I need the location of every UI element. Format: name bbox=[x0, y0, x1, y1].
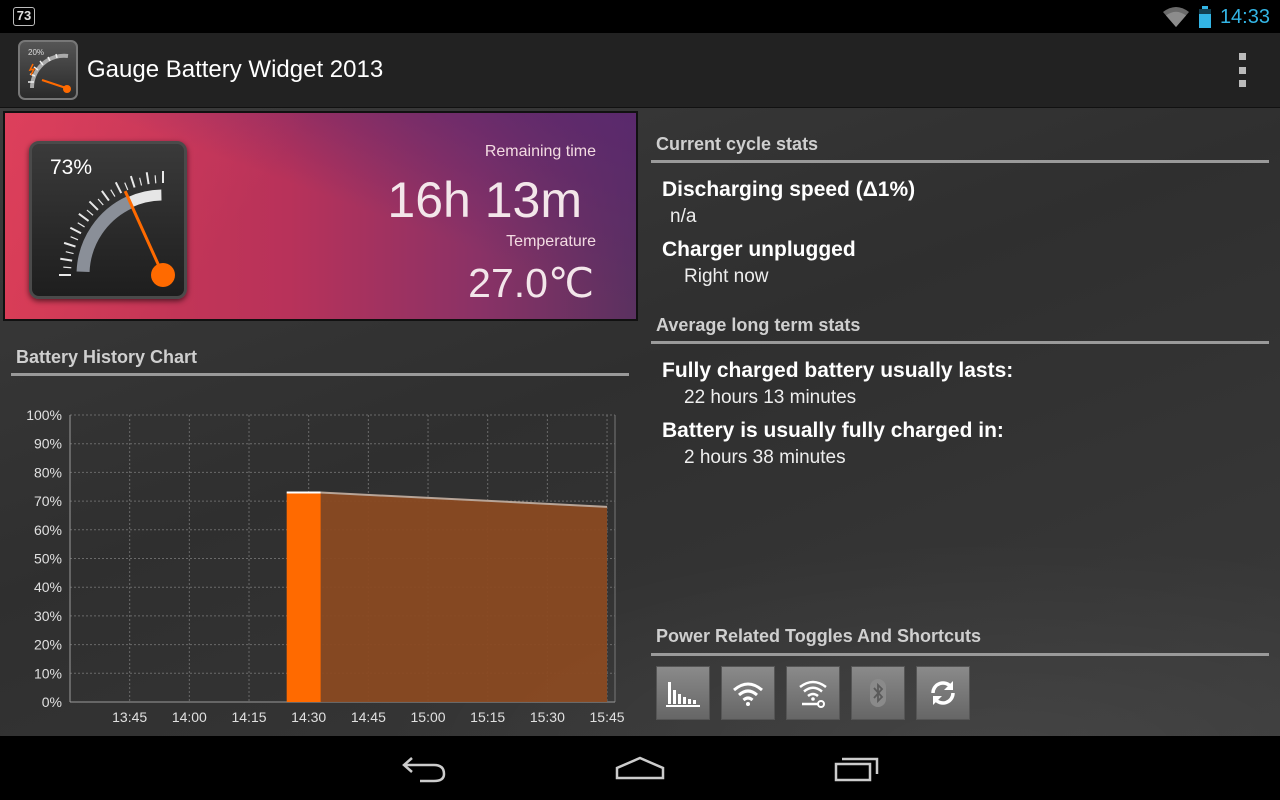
gauge-tick bbox=[77, 222, 85, 228]
x-tick-label: 14:15 bbox=[231, 709, 266, 725]
remaining-time-value: 16h 13m bbox=[387, 172, 582, 228]
y-tick-label: 20% bbox=[34, 637, 62, 653]
x-tick-label: 14:30 bbox=[291, 709, 326, 725]
toggles-row bbox=[656, 666, 970, 720]
x-tick-label: 15:00 bbox=[411, 709, 446, 725]
long-term-stats-divider bbox=[651, 341, 1269, 344]
y-tick-label: 80% bbox=[34, 464, 62, 480]
x-tick-label: 13:45 bbox=[112, 709, 147, 725]
y-tick-label: 100% bbox=[26, 407, 62, 423]
gauge-pivot bbox=[151, 263, 175, 287]
charge-time-label: Battery is usually fully charged in: bbox=[662, 419, 1004, 442]
bluetooth-toggle-button[interactable] bbox=[851, 666, 905, 720]
history-chart-title: Battery History Chart bbox=[16, 347, 198, 367]
gauge-tick bbox=[154, 175, 157, 184]
app-title: Gauge Battery Widget 2013 bbox=[87, 56, 384, 83]
overflow-menu-icon[interactable] bbox=[1238, 53, 1246, 87]
status-bar: 73 14:33 bbox=[0, 0, 1280, 33]
current-stats-title: Current cycle stats bbox=[656, 134, 819, 154]
battery-usage-button[interactable] bbox=[656, 666, 710, 720]
long-term-stats-title: Average long term stats bbox=[656, 315, 861, 335]
projection-area bbox=[320, 492, 608, 702]
notification-badge[interactable]: 73 bbox=[13, 7, 35, 26]
gauge-tick bbox=[86, 209, 94, 216]
main-content: 73% Remaining time 16h 13m Temperature 2… bbox=[0, 108, 1280, 736]
discharging-speed-label: Discharging speed (Δ1%) bbox=[662, 178, 916, 201]
remaining-time-label: Remaining time bbox=[484, 143, 596, 160]
y-tick-label: 30% bbox=[34, 608, 62, 624]
gauge-tick bbox=[124, 182, 129, 191]
toggles-divider bbox=[651, 653, 1269, 656]
gauge-panel: 73% Remaining time 16h 13m Temperature 2… bbox=[3, 111, 638, 321]
battery-level-bar bbox=[286, 492, 321, 702]
gauge-tick bbox=[114, 181, 123, 194]
x-tick-label: 14:00 bbox=[172, 709, 207, 725]
app-gauge-icon[interactable]: 20% bbox=[18, 40, 78, 100]
back-button-icon[interactable] bbox=[400, 750, 448, 784]
gauge-tick bbox=[69, 226, 82, 235]
bluetooth-icon bbox=[870, 679, 886, 707]
gauge-tick bbox=[63, 241, 76, 248]
toggles-title: Power Related Toggles And Shortcuts bbox=[656, 626, 982, 646]
y-tick-label: 10% bbox=[34, 665, 62, 681]
y-tick-label: 70% bbox=[34, 493, 62, 509]
x-tick-label: 15:30 bbox=[530, 709, 565, 725]
y-tick-label: 50% bbox=[34, 551, 62, 567]
battery-gauge: 73% bbox=[29, 141, 187, 299]
navigation-bar bbox=[0, 736, 1280, 800]
y-tick-label: 90% bbox=[34, 436, 62, 452]
gauge-tick bbox=[129, 175, 136, 188]
gauge-tick bbox=[110, 189, 116, 197]
y-tick-label: 40% bbox=[34, 579, 62, 595]
recents-button-icon[interactable] bbox=[832, 750, 882, 784]
right-pane: Current cycle stats Discharging speed (Δ… bbox=[640, 108, 1280, 736]
x-tick-label: 14:45 bbox=[351, 709, 386, 725]
temperature-label: Temperature bbox=[506, 233, 596, 250]
battery-icon bbox=[1198, 6, 1211, 28]
wifi-settings-button[interactable] bbox=[786, 666, 840, 720]
battery-lasts-value: 22 hours 13 minutes bbox=[684, 387, 857, 408]
action-bar: 20% Gauge Battery Widget 2013 bbox=[0, 33, 1280, 108]
y-tick-label: 0% bbox=[42, 694, 62, 710]
clock: 14:33 bbox=[1219, 5, 1270, 28]
gauge-tick bbox=[101, 190, 110, 202]
gauge-tick bbox=[60, 257, 73, 262]
gauge-tick bbox=[70, 236, 79, 241]
gauge-tick bbox=[88, 200, 99, 211]
gauge-needle bbox=[123, 190, 165, 276]
sync-toggle-button[interactable] bbox=[916, 666, 970, 720]
temperature-value: 27.0℃ bbox=[468, 260, 594, 306]
gauge-tick bbox=[145, 172, 150, 185]
charger-unplugged-label: Charger unplugged bbox=[662, 238, 856, 261]
status-icons: 14:33 bbox=[1162, 4, 1270, 30]
x-tick-label: 15:15 bbox=[470, 709, 505, 725]
gauge-tick bbox=[97, 198, 104, 206]
left-pane: 73% Remaining time 16h 13m Temperature 2… bbox=[0, 108, 640, 736]
battery-percent: 73% bbox=[50, 156, 93, 179]
wifi-signal-icon bbox=[1162, 7, 1189, 27]
current-stats-divider bbox=[651, 160, 1269, 163]
battery-history-chart: 0% 10% 20% 30% 40% 50% 60% 70% 80% 90% 100% 13:45 14… bbox=[26, 407, 625, 725]
sync-icon bbox=[931, 681, 955, 705]
home-button-icon[interactable] bbox=[614, 750, 666, 784]
discharging-speed-value: n/a bbox=[670, 206, 697, 227]
gauge-tick bbox=[139, 177, 143, 186]
history-divider bbox=[11, 373, 629, 376]
gauge-tick bbox=[78, 213, 90, 222]
wifi-settings-icon bbox=[799, 680, 827, 708]
wifi-toggle-button[interactable] bbox=[721, 666, 775, 720]
charger-unplugged-value: Right now bbox=[684, 266, 769, 287]
usage-chart-icon bbox=[666, 682, 700, 707]
gauge-tick bbox=[65, 251, 74, 255]
app-icon-label: 20% bbox=[28, 48, 44, 57]
gauge-tick bbox=[63, 266, 72, 269]
battery-lasts-label: Fully charged battery usually lasts: bbox=[662, 359, 1014, 382]
wifi-icon bbox=[733, 682, 763, 706]
y-tick-label: 60% bbox=[34, 522, 62, 538]
x-tick-label: 15:45 bbox=[590, 709, 625, 725]
charge-time-value: 2 hours 38 minutes bbox=[684, 447, 846, 468]
